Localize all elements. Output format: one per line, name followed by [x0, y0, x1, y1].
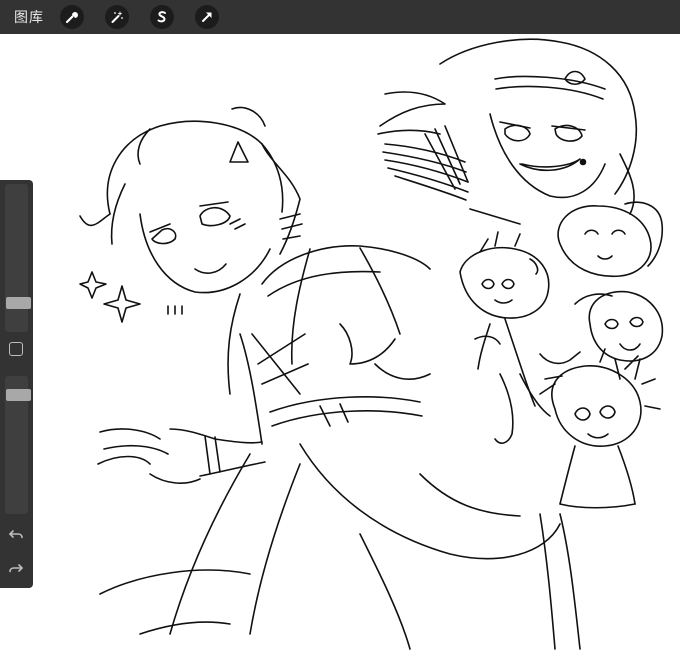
actions-button[interactable] — [60, 5, 84, 29]
top-right-face-sketch — [377, 38, 638, 225]
modify-button[interactable] — [9, 342, 23, 356]
selection-s-icon — [157, 11, 166, 23]
transform-button[interactable] — [195, 5, 219, 29]
gallery-button[interactable]: 图库 — [14, 7, 44, 27]
undo-icon[interactable] — [7, 525, 25, 543]
adjustments-button[interactable] — [105, 5, 129, 29]
selection-button[interactable] — [150, 5, 174, 29]
main-character-sketch — [79, 106, 581, 650]
chibi-sketches — [459, 201, 664, 509]
brush-opacity-thumb[interactable] — [6, 389, 31, 401]
sketch-artwork — [79, 38, 664, 650]
brush-sidebar — [0, 180, 33, 588]
brush-size-slider[interactable] — [5, 184, 31, 332]
brush-size-thumb[interactable] — [6, 297, 31, 309]
arrow-cursor-icon — [202, 12, 212, 22]
wrench-icon — [65, 12, 78, 24]
magic-wand-icon — [111, 11, 123, 23]
brush-opacity-slider[interactable] — [5, 376, 31, 514]
redo-icon[interactable] — [7, 559, 25, 577]
top-toolbar: 图库 — [0, 0, 680, 34]
drawing-canvas[interactable] — [0, 34, 680, 656]
procreate-app: 图库 — [0, 0, 680, 656]
